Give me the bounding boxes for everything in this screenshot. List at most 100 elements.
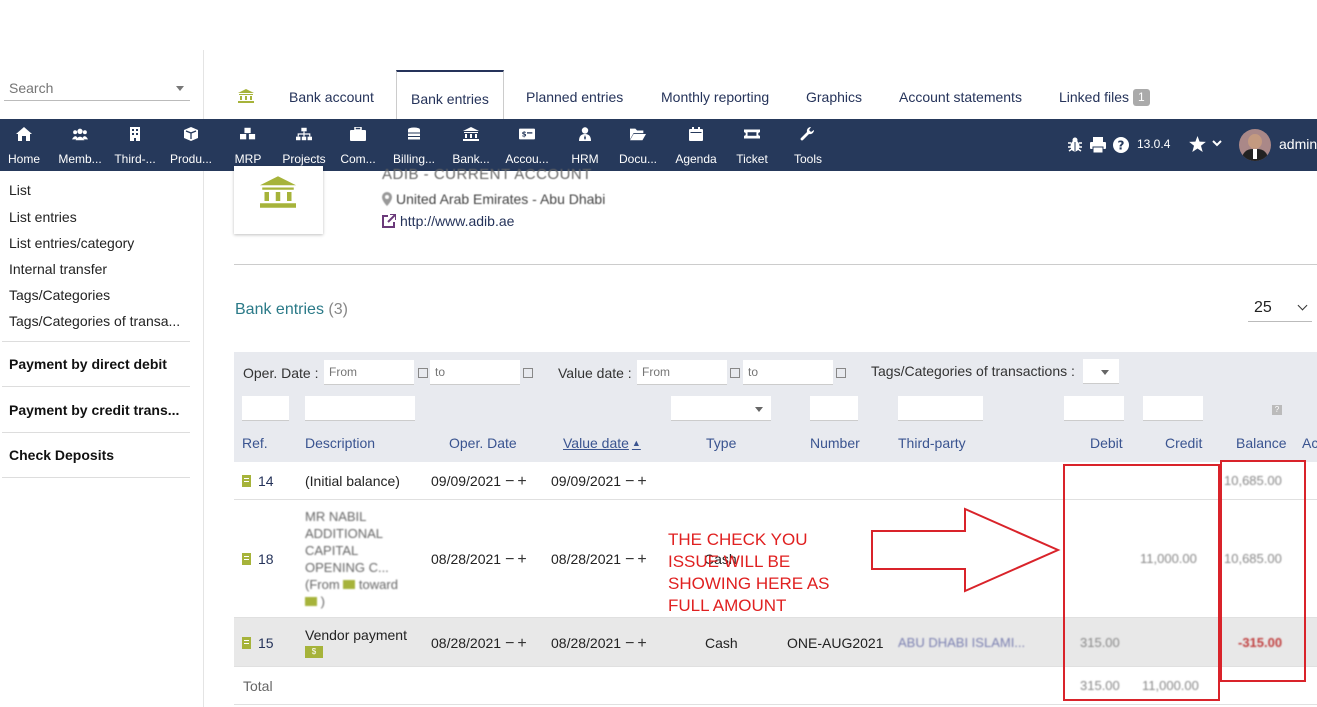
column-header-number[interactable]: Number [810,435,860,451]
user-tie-icon [579,127,591,141]
row-value-date-text: 08/28/2021 [551,551,622,567]
oper-date-filter-label: Oper. Date : [243,365,319,381]
column-header-oper-date[interactable]: Oper. Date [449,435,517,451]
tab-graphics[interactable]: Graphics [806,70,862,119]
bank-location: United Arab Emirates - Abu Dhabi [382,191,605,207]
row-description: (Initial balance) [305,473,400,489]
row-ref-link[interactable]: 15 [242,635,274,651]
sidebar-section-check-deposits[interactable]: Check Deposits [9,447,189,463]
ref-search-input[interactable] [242,396,289,421]
credit-search-input[interactable] [1143,396,1203,421]
tab-bank-account[interactable]: Bank account [289,70,374,119]
tab-monthly-reporting[interactable]: Monthly reporting [661,70,769,119]
divider [2,386,190,387]
bug-icon[interactable] [1067,137,1083,153]
sidebar-section-direct-debit[interactable]: Payment by direct debit [9,356,189,372]
bank-url-text[interactable]: http://www.adib.ae [400,213,514,229]
column-header-balance: Balance [1236,435,1287,451]
nav-label: Com... [340,152,376,166]
search-box[interactable] [4,77,190,101]
nav-members[interactable]: Memb... [52,119,108,171]
bank-icon [463,127,479,141]
star-icon[interactable] [1189,136,1206,152]
nav-third-parties[interactable]: Third-... [108,119,162,171]
column-header-type[interactable]: Type [706,435,736,451]
help-icon[interactable]: ? [1113,137,1129,153]
nav-ticket[interactable]: Ticket [726,119,778,171]
chevron-down-icon[interactable] [176,86,184,91]
date-adjust-icon[interactable]: −+ [625,635,650,652]
calendar-icon[interactable] [730,368,740,378]
column-header-ref[interactable]: Ref. [242,435,268,451]
coins-icon [408,127,420,140]
sidebar-item-list-entries[interactable]: List entries [9,209,189,225]
per-page-select[interactable]: 25 [1248,296,1312,322]
value-date-to-input[interactable] [743,360,833,385]
nav-home[interactable]: Home [0,119,48,171]
avatar[interactable] [1239,129,1271,161]
tab-planned-entries[interactable]: Planned entries [526,70,623,119]
nav-hrm[interactable]: HRM [560,119,610,171]
description-search-input[interactable] [305,396,415,421]
calendar-icon[interactable] [523,368,533,378]
bank-icon[interactable] [238,70,254,119]
date-adjust-icon[interactable]: −+ [505,551,530,568]
sidebar-item-list[interactable]: List [9,182,189,198]
column-header-credit[interactable]: Credit [1165,435,1202,451]
tab-account-statements[interactable]: Account statements [899,70,1022,119]
calendar-icon[interactable] [418,368,428,378]
entry-icon [242,637,251,649]
tab-linked-files[interactable]: Linked files 1 [1059,70,1150,119]
tags-filter-label: Tags/Categories of transactions : [871,363,1075,379]
column-header-value-date[interactable]: Value date ▲ [563,435,641,451]
number-search-input[interactable] [810,396,858,421]
debit-search-input[interactable] [1064,396,1124,421]
tab-bar: Bank account Bank entries Planned entrie… [204,70,1317,120]
help-icon[interactable]: ? [1272,405,1282,415]
bank-url-link[interactable]: http://www.adib.ae [382,213,514,229]
tags-filter-select[interactable] [1083,359,1119,384]
nav-agenda[interactable]: Agenda [670,119,722,171]
nav-billing[interactable]: Billing... [386,119,442,171]
date-adjust-icon[interactable]: −+ [625,473,650,490]
sidebar-section-credit-transfer[interactable]: Payment by credit trans... [9,402,189,418]
chevron-down-icon[interactable] [1212,140,1222,148]
value-date-from-input[interactable] [637,360,727,385]
cubes-icon [240,127,256,140]
row-ref-link[interactable]: 18 [242,551,274,567]
username[interactable]: admin [1279,136,1317,152]
row-ref-link[interactable]: 14 [242,473,274,489]
sidebar-item-internal-transfer[interactable]: Internal transfer [9,261,189,277]
row-ref-number: 14 [258,473,274,489]
date-adjust-icon[interactable]: −+ [505,635,530,652]
search-input[interactable] [4,77,164,96]
entry-icon [242,475,251,487]
oper-date-to-input[interactable] [430,360,520,385]
third-party-search-input[interactable] [898,396,983,421]
row-number: ONE-AUG2021 [787,635,884,651]
sidebar-item-list-entries-category[interactable]: List entries/category [9,235,189,251]
oper-date-from-input[interactable] [324,360,414,385]
type-search-select[interactable] [671,396,771,421]
row-third-party-link[interactable]: ABU DHABI ISLAMI... [898,635,1025,650]
nav-products[interactable]: Produ... [164,119,218,171]
printer-icon[interactable] [1090,137,1106,153]
date-adjust-icon[interactable]: −+ [625,551,650,568]
row-oper-date: 09/09/2021 −+ [431,473,530,491]
sidebar-item-tags-categories-transactions[interactable]: Tags/Categories of transa... [9,313,189,329]
column-header-description[interactable]: Description [305,435,375,451]
calendar-icon[interactable] [836,368,846,378]
row-oper-date-text: 08/28/2021 [431,551,502,567]
sidebar-item-tags-categories[interactable]: Tags/Categories [9,287,189,303]
nav-projects[interactable]: Projects [278,119,330,171]
column-header-third-party[interactable]: Third-party [898,435,966,451]
nav-accounting[interactable]: $ Accou... [500,119,554,171]
column-header-debit[interactable]: Debit [1090,435,1123,451]
nav-mrp[interactable]: MRP [222,119,274,171]
tab-bank-entries[interactable]: Bank entries [396,70,504,120]
nav-bank[interactable]: Bank... [446,119,496,171]
nav-documents[interactable]: Docu... [612,119,664,171]
date-adjust-icon[interactable]: −+ [505,473,530,490]
nav-commercial[interactable]: Com... [334,119,382,171]
nav-tools[interactable]: Tools [782,119,834,171]
